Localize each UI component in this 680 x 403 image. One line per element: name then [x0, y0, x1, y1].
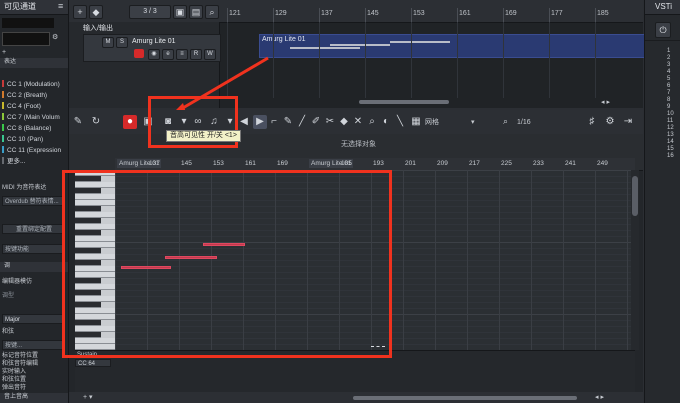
chevron-down-icon[interactable]: ▾ — [471, 118, 475, 127]
status-text: 无选择对象 — [341, 141, 376, 148]
scissors-icon[interactable]: ✂ — [323, 115, 337, 129]
ruler-tick-label: 137 — [149, 160, 160, 167]
zoom-icon[interactable]: ⌕ — [365, 115, 379, 129]
ruler-tick-label: 225 — [501, 160, 512, 167]
ruler-tick-label: 185 — [341, 160, 352, 167]
grid-bar-line — [595, 170, 596, 350]
settings-icon[interactable]: ⚙ — [603, 115, 617, 129]
editor-ruler[interactable]: Amurg Lite 01 137 145 153 161 169 Amurg Lite 0… — [115, 158, 635, 170]
add-lane-icon[interactable]: + ▾ — [83, 393, 93, 402]
grid-bar-line — [435, 170, 436, 350]
range-tool-icon[interactable]: ⌐ — [267, 115, 281, 129]
ruler-tick-label: 145 — [181, 160, 192, 167]
ruler-tick-label: 209 — [437, 160, 448, 167]
vsti-slot-number: 9 — [667, 104, 671, 110]
speaker-icon[interactable]: ◀ — [237, 115, 251, 129]
lane-cc-select[interactable]: CC 64 — [75, 359, 111, 367]
line-draw-icon[interactable]: ╲ — [393, 115, 407, 129]
grid-bar-line — [563, 170, 564, 350]
vsti-panel: VSTi ⏻ 1 2 3 4 5 6 7 8 9 10 11 12 13 14 15 16 — [644, 0, 680, 403]
vsti-slot-number: 10 — [667, 111, 674, 117]
tooltip: 音高可见性 开/关 <1> — [166, 130, 241, 142]
vsti-slot-number: 13 — [667, 132, 674, 138]
quantize-select[interactable]: 1/16 — [517, 118, 531, 127]
vsti-slot-number: 3 — [667, 62, 671, 68]
editor-bottom-bar: + ▾ ◂ ▸ — [69, 392, 643, 403]
power-icon[interactable]: ⏻ — [655, 22, 671, 38]
vsti-title: VSTi — [655, 2, 673, 11]
grid-type-select[interactable]: 网格 — [425, 118, 439, 127]
ruler-tick-label: 241 — [565, 160, 576, 167]
vsti-slot-number: 12 — [667, 125, 674, 131]
mute-tool-icon[interactable]: ✕ — [351, 115, 365, 129]
vsti-slot-number: 7 — [667, 90, 671, 96]
ruler-tick-label: 233 — [533, 160, 544, 167]
grid-vscroll[interactable] — [631, 170, 639, 350]
grid-bar-line — [403, 170, 404, 350]
ruler-tick-label: 217 — [469, 160, 480, 167]
audition-icon[interactable]: ◐ — [379, 115, 393, 129]
glue-tool-icon[interactable]: ◆ — [337, 115, 351, 129]
record-icon[interactable]: ● — [123, 115, 137, 129]
draw-tool-icon[interactable]: ✐ — [309, 115, 323, 129]
pin-icon[interactable]: ✎ — [71, 115, 85, 129]
zoom-icons[interactable]: ◂ ▸ — [595, 393, 604, 402]
swing-icon[interactable]: ♯ — [585, 115, 599, 129]
ruler-tick-label: 169 — [277, 160, 288, 167]
vsti-slot-number: 5 — [667, 76, 671, 82]
ruler-tick-label: 161 — [245, 160, 256, 167]
pencil-tool-icon[interactable]: ✎ — [281, 115, 295, 129]
vsti-slot-number: 16 — [667, 153, 674, 159]
vsti-slot-list: 1 2 3 4 5 6 7 8 9 10 11 12 13 14 15 16 — [645, 48, 680, 168]
next-icon[interactable]: ⇥ — [621, 115, 635, 129]
quantize-icon[interactable]: ⌕ — [503, 116, 508, 127]
grid-bar-line — [467, 170, 468, 350]
color-icon[interactable]: ▦ — [409, 115, 423, 129]
loop-icon[interactable]: ↻ — [89, 115, 103, 129]
grid-bar-line — [499, 170, 500, 350]
vsti-slot-number: 14 — [667, 139, 674, 145]
vsti-slot-number: 11 — [667, 118, 674, 124]
ruler-tick-label: 193 — [373, 160, 384, 167]
ruler-tick-label: 201 — [405, 160, 416, 167]
ruler-tick-label: 153 — [213, 160, 224, 167]
vsti-slot-number: 15 — [667, 146, 674, 152]
line-tool-icon[interactable]: ╱ — [295, 115, 309, 129]
vsti-slot-number: 6 — [667, 83, 671, 89]
vsti-slot-number: 2 — [667, 55, 671, 61]
grid-bar-line — [627, 170, 628, 350]
grid-bar-line — [531, 170, 532, 350]
vsti-slot-number: 8 — [667, 97, 671, 103]
select-tool-icon[interactable]: ▶ — [253, 115, 267, 129]
vsti-slot-number: 4 — [667, 69, 671, 75]
editor-hscroll[interactable] — [353, 396, 577, 400]
annotation-box-editor — [62, 170, 392, 358]
vsti-slot-number: 1 — [667, 48, 671, 54]
ruler-tick-label: 249 — [597, 160, 608, 167]
